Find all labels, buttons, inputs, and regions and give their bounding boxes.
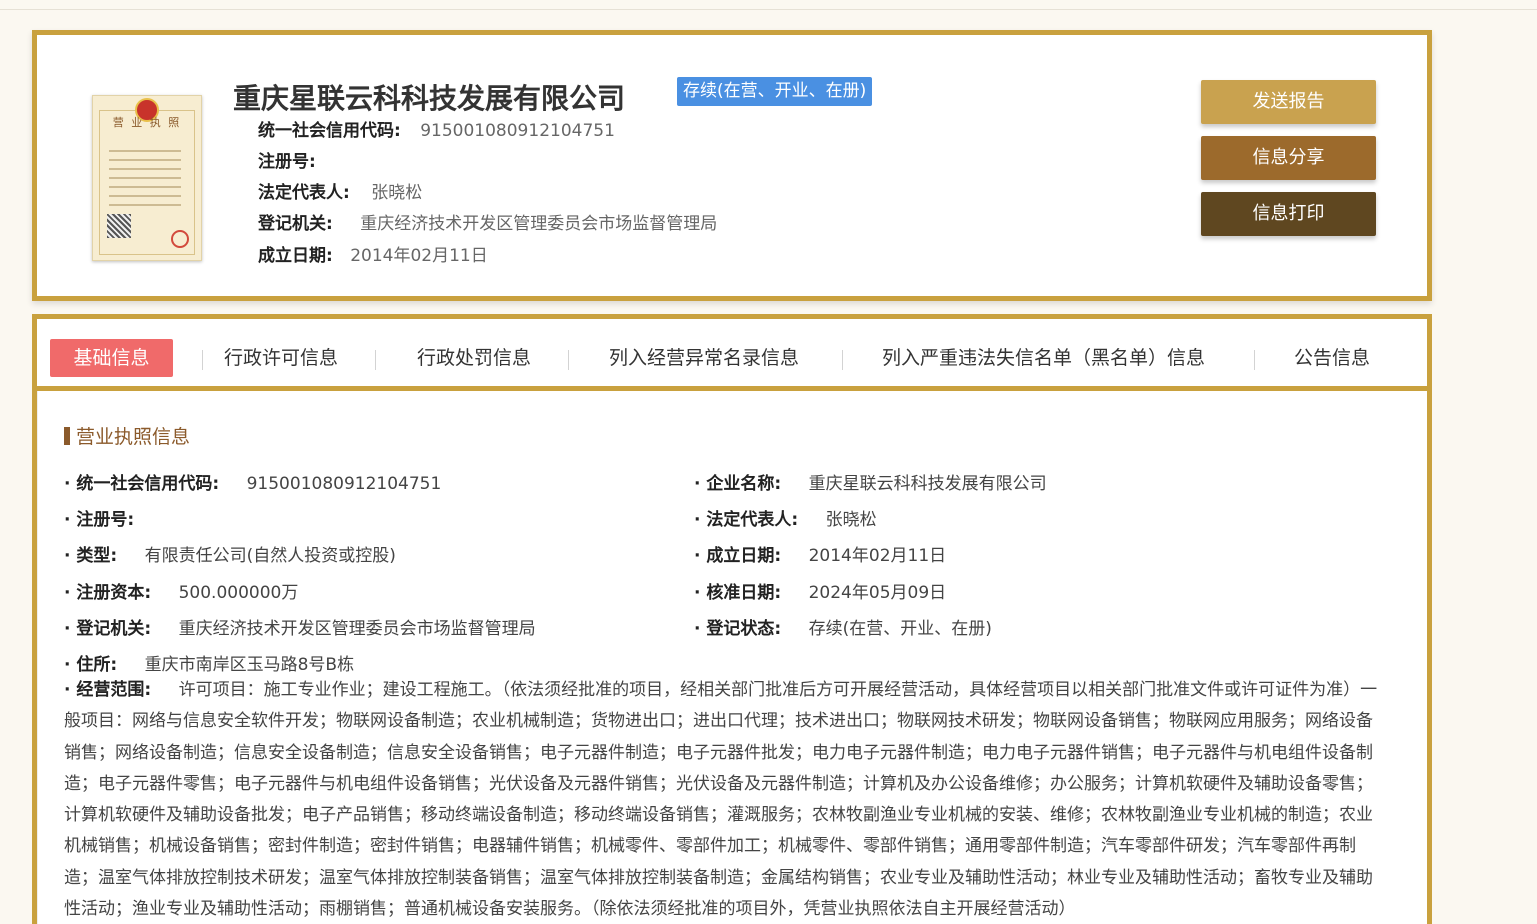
field-value: 2014年02月11日 — [350, 246, 488, 266]
field-value: 915001080912104751 — [420, 121, 615, 141]
field-approval-date: · 核准日期: 2024年05月09日 — [694, 583, 947, 603]
print-info-button[interactable]: 信息打印 — [1201, 192, 1376, 236]
field-label: 法定代表人: — [258, 183, 350, 203]
tab-admin-penalty[interactable]: 行政处罚信息 — [417, 339, 531, 377]
company-name: 重庆星联云科科技发展有限公司 — [233, 82, 626, 115]
tab-divider — [568, 350, 569, 370]
section-marker-icon — [64, 427, 70, 445]
tab-announcements[interactable]: 公告信息 — [1294, 339, 1370, 377]
field-reg-status: · 登记状态: 存续(在营、开业、在册) — [694, 619, 992, 639]
tab-abnormal-list[interactable]: 列入经营异常名录信息 — [609, 339, 799, 377]
field-label: 成立日期: — [258, 246, 333, 266]
tab-basic-info[interactable]: 基础信息 — [50, 339, 173, 377]
section-title: 营业执照信息 — [64, 425, 190, 449]
tab-divider — [1254, 350, 1255, 370]
top-divider — [0, 9, 1537, 10]
field-reg-number: · 注册号: — [64, 510, 135, 530]
field-business-scope: · 经营范围: 许可项目：施工专业作业；建设工程施工。（依法须经批准的项目，经相… — [64, 680, 1378, 920]
field-legal-rep: · 法定代表人: 张晓松 — [694, 510, 877, 530]
field-address: · 住所: 重庆市南岸区玉马路8号B栋 — [64, 655, 355, 675]
field-value: 张晓松 — [371, 183, 423, 203]
header-reg-number: 注册号: — [258, 151, 316, 173]
field-reg-authority: · 登记机关: 重庆经济技术开发区管理委员会市场监督管理局 — [64, 619, 536, 639]
license-text-lines — [109, 150, 181, 213]
share-info-button[interactable]: 信息分享 — [1201, 136, 1376, 180]
license-info-section: 营业执照信息 · 统一社会信用代码: 915001080912104751 · … — [37, 391, 1427, 924]
field-establish-date: · 成立日期: 2014年02月11日 — [694, 546, 947, 566]
tab-admin-license[interactable]: 行政许可信息 — [224, 339, 338, 377]
field-credit-code: · 统一社会信用代码: 915001080912104751 — [64, 474, 442, 494]
tab-bar: 基础信息 行政许可信息 行政处罚信息 列入经营异常名录信息 列入严重违法失信名单… — [37, 319, 1427, 391]
field-label: 登记机关: — [258, 214, 333, 234]
status-badge: 存续(在营、开业、在册) — [677, 77, 873, 106]
field-label: 注册号: — [258, 152, 316, 172]
header-establish-date: 成立日期: 2014年02月11日 — [258, 245, 488, 267]
field-reg-capital: · 注册资本: 500.000000万 — [64, 583, 299, 603]
company-header-card: 营 业 执 照 重庆星联云科科技发展有限公司 存续(在营、开业、在册) 统一社会… — [32, 30, 1432, 301]
details-panel: 基础信息 行政许可信息 行政处罚信息 列入经营异常名录信息 列入严重违法失信名单… — [32, 314, 1432, 924]
field-type: · 类型: 有限责任公司(自然人投资或控股) — [64, 546, 396, 566]
field-label: 统一社会信用代码: — [258, 121, 401, 141]
send-report-button[interactable]: 发送报告 — [1201, 80, 1376, 124]
seal-icon — [171, 230, 189, 248]
qr-code-icon — [107, 214, 131, 238]
tab-blacklist[interactable]: 列入严重违法失信名单（黑名单）信息 — [882, 339, 1205, 377]
header-credit-code: 统一社会信用代码: 915001080912104751 — [258, 120, 615, 142]
field-value: 重庆经济技术开发区管理委员会市场监督管理局 — [360, 214, 718, 234]
field-company-name: · 企业名称: 重庆星联云科科技发展有限公司 — [694, 474, 1047, 494]
tab-divider — [375, 350, 376, 370]
tab-divider — [842, 350, 843, 370]
tab-divider — [202, 350, 203, 370]
license-image-title: 营 业 执 照 — [112, 116, 182, 129]
header-legal-rep: 法定代表人: 张晓松 — [258, 182, 422, 204]
header-reg-authority: 登记机关: 重庆经济技术开发区管理委员会市场监督管理局 — [258, 213, 717, 235]
business-license-image[interactable]: 营 业 执 照 — [92, 95, 202, 261]
